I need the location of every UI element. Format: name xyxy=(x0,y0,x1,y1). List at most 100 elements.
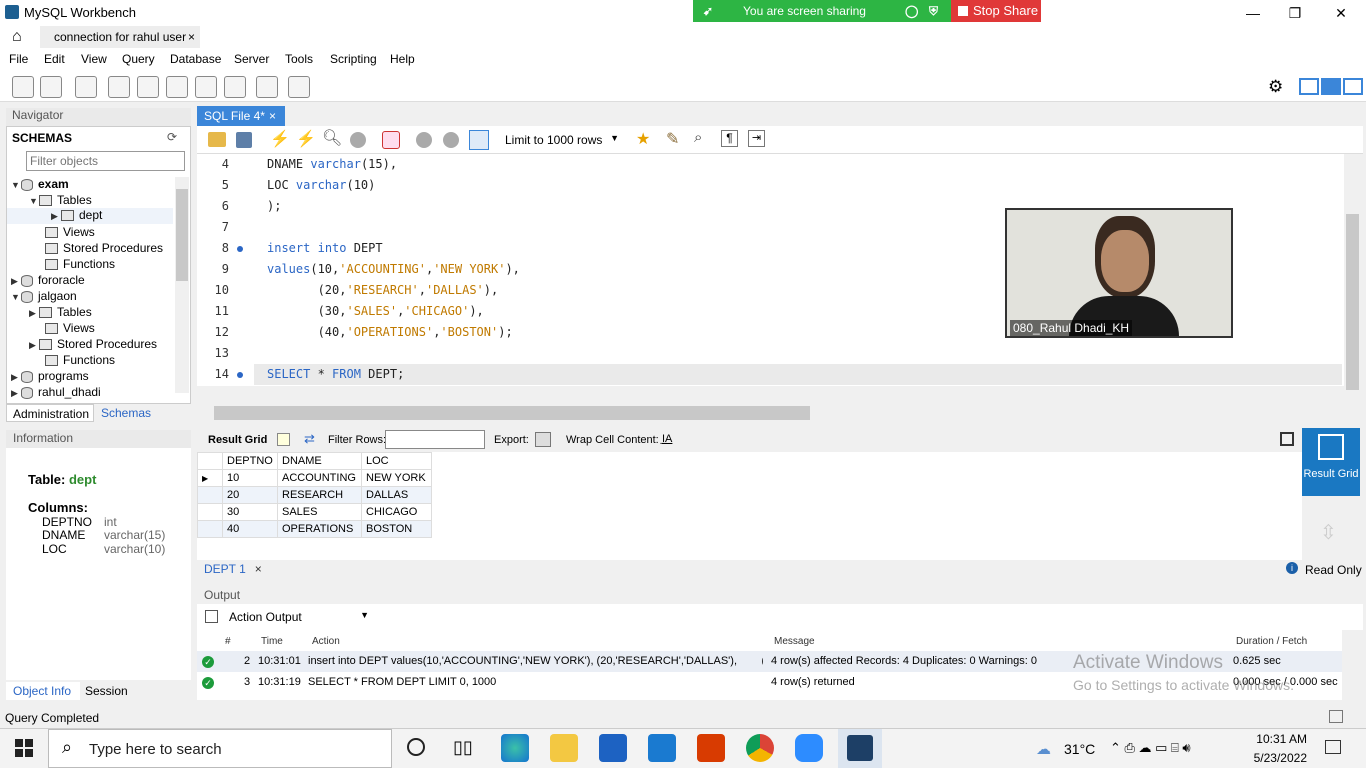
limit-rows-select[interactable]: Limit to 1000 rows ▼ xyxy=(499,131,623,149)
invisible-chars-icon[interactable]: ¶ xyxy=(721,130,738,147)
output-type-select[interactable]: Action Output ▼ xyxy=(225,609,373,626)
menu-database[interactable]: Database xyxy=(170,52,221,66)
execute-icon[interactable]: ⚡ xyxy=(270,129,290,149)
tree-item-exam[interactable]: ▼ exam xyxy=(11,177,69,191)
wrap-lines-icon[interactable]: ⇥ xyxy=(748,130,765,147)
new-sql-tab-icon[interactable] xyxy=(12,76,34,98)
open-file-icon[interactable] xyxy=(208,132,226,147)
table-cell[interactable]: DALLAS xyxy=(361,486,432,504)
tree-item-programs[interactable]: ▶ programs xyxy=(11,369,89,383)
close-tab-icon[interactable]: × xyxy=(255,562,262,576)
office-icon[interactable] xyxy=(697,734,725,762)
tree-item-jalgaon[interactable]: ▼ jalgaon xyxy=(11,289,77,303)
table-cell[interactable]: 30 xyxy=(222,503,278,521)
inspector-icon[interactable] xyxy=(75,76,97,98)
scroll-arrows-icon[interactable]: ⇳ xyxy=(1320,520,1337,545)
close-button[interactable]: ✕ xyxy=(1318,0,1364,26)
column-header[interactable]: LOC xyxy=(361,452,432,470)
table-cell[interactable]: CHICAGO xyxy=(361,503,432,521)
result-grid[interactable]: DEPTNO DNAME LOC ▶ 10 ACCOUNTING NEW YORK 20… xyxy=(197,452,1302,560)
table-row[interactable]: 20 RESEARCH DALLAS xyxy=(197,486,432,504)
home-icon[interactable]: ⌂ xyxy=(12,28,22,46)
create-procedure-icon[interactable] xyxy=(195,76,217,98)
table-cell[interactable]: ACCOUNTING xyxy=(277,469,362,487)
open-sql-file-icon[interactable] xyxy=(40,76,62,98)
add-snippet-icon[interactable]: ★ xyxy=(636,129,650,149)
tray-icons[interactable]: ⌃ ⎙ ☁ ▭ ⌸ 🔊︎ xyxy=(1110,740,1191,756)
wrap-cell-icon[interactable]: I̲A xyxy=(662,433,672,445)
tree-item-rahul-dhadi[interactable]: ▶ rahul_dhadi xyxy=(11,385,101,399)
row-marker[interactable] xyxy=(197,520,223,538)
menu-server[interactable]: Server xyxy=(234,52,269,66)
column-header[interactable]: DEPTNO xyxy=(222,452,278,470)
menu-scripting[interactable]: Scripting xyxy=(330,52,377,66)
tab-session[interactable]: Session xyxy=(80,682,133,700)
settings-icon[interactable]: ⚙ xyxy=(1268,77,1283,97)
create-function-icon[interactable] xyxy=(224,76,246,98)
menu-file[interactable]: File xyxy=(9,52,28,66)
store-icon[interactable] xyxy=(599,734,627,762)
zoom-icon[interactable] xyxy=(795,734,823,762)
create-schema-icon[interactable] xyxy=(108,76,130,98)
close-tab-icon[interactable]: × xyxy=(188,26,195,48)
stop-share-button[interactable]: Stop Share xyxy=(951,0,1041,22)
table-cell[interactable]: 40 xyxy=(222,520,278,538)
grid-icon[interactable] xyxy=(277,433,290,446)
menu-view[interactable]: View xyxy=(81,52,107,66)
toggle-panel-icon[interactable] xyxy=(1280,432,1294,446)
find-icon[interactable]: ⌕ xyxy=(694,129,702,146)
table-cell[interactable]: BOSTON xyxy=(361,520,432,538)
search-table-data-icon[interactable] xyxy=(256,76,278,98)
row-marker[interactable] xyxy=(197,486,223,504)
stop-query-icon[interactable] xyxy=(350,132,366,148)
output-scrollbar[interactable] xyxy=(1342,632,1360,700)
tree-item-dept[interactable]: ▶ dept xyxy=(7,208,173,224)
table-cell[interactable]: NEW YORK xyxy=(361,469,432,487)
editor-horizontal-scrollbar[interactable] xyxy=(197,404,1344,422)
create-view-icon[interactable] xyxy=(166,76,188,98)
mysql-workbench-taskbar-button[interactable] xyxy=(838,729,882,768)
row-marker[interactable] xyxy=(197,503,223,521)
toggle-output-icon[interactable] xyxy=(1321,78,1341,95)
maximize-button[interactable]: ❐ xyxy=(1272,0,1318,26)
refresh-icon[interactable]: ⇄ xyxy=(304,431,315,447)
tree-item-fororacle[interactable]: ▶ fororacle xyxy=(11,273,85,287)
table-row[interactable]: 30 SALES CHICAGO xyxy=(197,503,432,521)
reconnect-icon[interactable] xyxy=(288,76,310,98)
copy-icon[interactable] xyxy=(205,610,218,623)
menu-edit[interactable]: Edit xyxy=(44,52,65,66)
create-table-icon[interactable] xyxy=(137,76,159,98)
navigator-scrollbar[interactable] xyxy=(175,177,189,393)
tree-item-views[interactable]: Views xyxy=(45,225,95,239)
table-cell[interactable]: 10 xyxy=(222,469,278,487)
execute-current-icon[interactable]: ⚡ xyxy=(296,129,316,149)
tree-item-tables[interactable]: ▼ Tables xyxy=(29,193,92,207)
video-thumbnail[interactable]: 080_Rahul Dhadi_KH xyxy=(1005,208,1233,338)
cortana-icon[interactable] xyxy=(407,738,425,756)
menu-query[interactable]: Query xyxy=(122,52,155,66)
status-panel-icon[interactable] xyxy=(1329,710,1343,723)
taskbar-search-box[interactable]: ⌕ Type here to search xyxy=(48,729,392,768)
close-tab-icon[interactable]: × xyxy=(269,106,276,126)
commit-icon[interactable] xyxy=(416,132,432,148)
windows-start-icon[interactable] xyxy=(15,739,33,757)
tree-item-views[interactable]: Views xyxy=(45,321,95,335)
editor-vertical-scrollbar[interactable] xyxy=(1344,154,1362,404)
toggle-secondary-icon[interactable] xyxy=(1343,78,1363,95)
autocommit-icon[interactable] xyxy=(469,130,489,150)
minimize-button[interactable]: — xyxy=(1230,0,1276,26)
save-icon[interactable] xyxy=(236,132,252,148)
tab-object-info[interactable]: Object Info xyxy=(6,682,80,700)
tree-item-functions[interactable]: Functions xyxy=(45,353,115,367)
info-icon[interactable]: ◯ xyxy=(905,0,918,22)
table-row[interactable]: 40 OPERATIONS BOSTON xyxy=(197,520,432,538)
connection-tab[interactable]: connection for rahul user × xyxy=(40,26,200,48)
toggle-sidebar-icon[interactable] xyxy=(1299,78,1319,95)
table-cell[interactable]: 20 xyxy=(222,486,278,504)
toggle-error-icon[interactable] xyxy=(382,131,400,149)
table-cell[interactable]: SALES xyxy=(277,503,362,521)
clock-date[interactable]: 5/23/2022 xyxy=(1250,751,1307,765)
tree-item-stored-procedures[interactable]: Stored Procedures xyxy=(45,241,163,255)
tree-item-stored-procedures[interactable]: ▶ Stored Procedures xyxy=(29,337,157,351)
tab-sql-file[interactable]: SQL File 4* × xyxy=(197,106,285,126)
